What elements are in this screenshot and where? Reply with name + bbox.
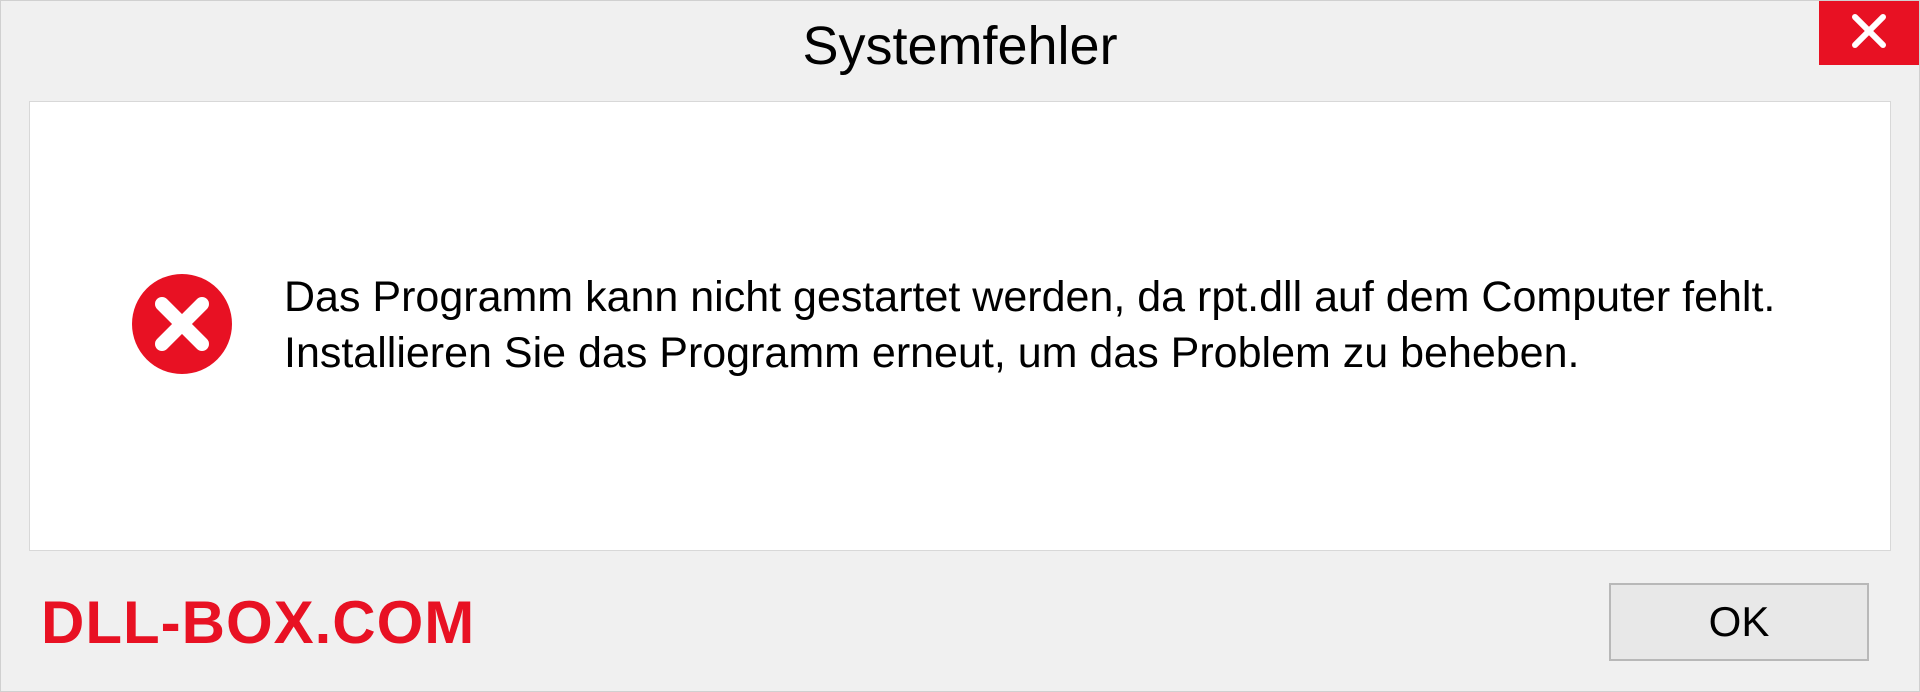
dialog-title: Systemfehler [802, 15, 1117, 77]
error-dialog: Systemfehler Das Programm kann nicht ges… [0, 0, 1920, 692]
error-message: Das Programm kann nicht gestartet werden… [284, 270, 1830, 382]
content-area: Das Programm kann nicht gestartet werden… [29, 101, 1891, 551]
watermark-text: DLL-BOX.COM [41, 588, 475, 657]
close-icon [1849, 11, 1889, 56]
footer: DLL-BOX.COM OK [1, 571, 1919, 691]
error-icon [130, 272, 234, 381]
ok-button[interactable]: OK [1609, 583, 1869, 661]
titlebar: Systemfehler [1, 1, 1919, 91]
close-button[interactable] [1819, 1, 1919, 65]
